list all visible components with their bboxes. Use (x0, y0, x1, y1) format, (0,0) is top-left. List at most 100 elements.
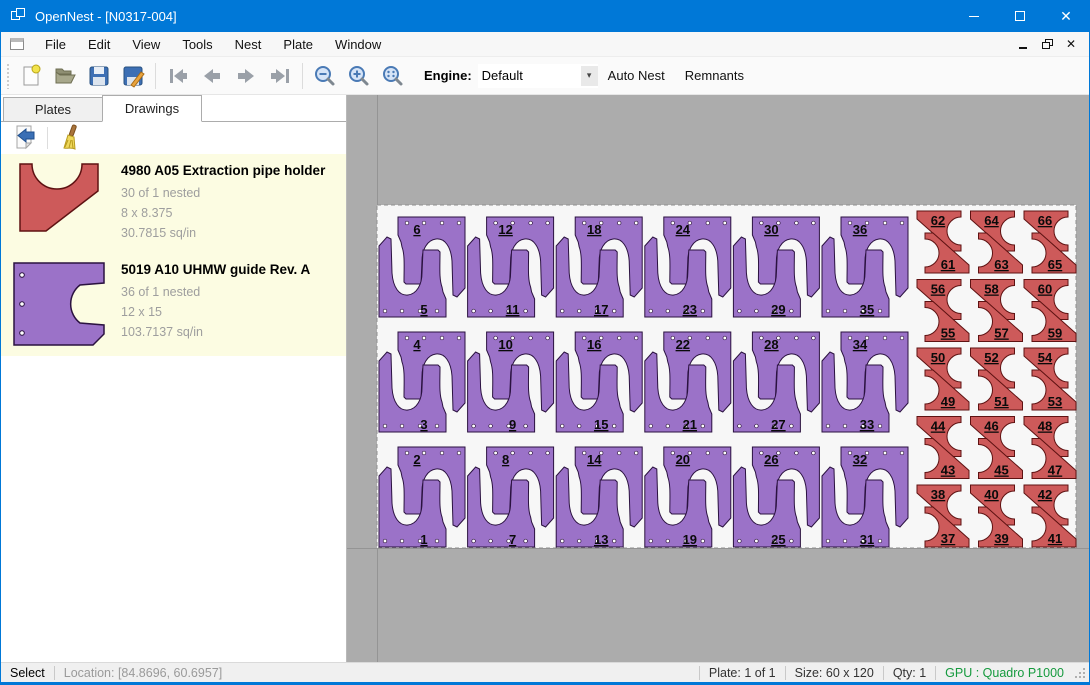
part-number-label: 66 (1038, 213, 1052, 228)
drill-mark-icon (795, 221, 799, 225)
menu-file[interactable]: File (34, 33, 77, 56)
part-number-label: 23 (683, 302, 697, 317)
panel-tabs: Plates Drawings (1, 95, 346, 122)
drill-mark-icon (435, 309, 439, 313)
mdi-close-button[interactable]: ✕ (1063, 36, 1079, 52)
drill-mark-icon (546, 221, 550, 225)
drill-mark-icon (422, 221, 426, 225)
drill-mark-icon (900, 451, 904, 455)
drill-mark-icon (883, 336, 887, 340)
drill-mark-icon (422, 451, 426, 455)
nest-canvas-svg[interactable]: 6512111817242330293635431091615222128273… (347, 95, 1089, 662)
zoom-out-button[interactable] (308, 61, 342, 91)
resize-grip[interactable] (1073, 666, 1087, 680)
part-number-label: 22 (676, 337, 690, 352)
tab-drawings[interactable]: Drawings (102, 95, 202, 122)
toolbar-grip[interactable] (6, 63, 10, 89)
next-arrow-icon (234, 64, 258, 88)
drawing-nested: 30 of 1 nested (121, 183, 325, 203)
menu-plate[interactable]: Plate (272, 33, 324, 56)
drawing-item[interactable]: 4980 A05 Extraction pipe holder 30 of 1 … (1, 154, 346, 253)
nest-canvas[interactable]: 6512111817242330293635431091615222128273… (347, 95, 1089, 662)
main-area: Plates Drawings (1, 95, 1089, 662)
previous-arrow-icon (200, 64, 224, 88)
title-bar: OpenNest - [N0317-004] ✕ (1, 0, 1089, 32)
drill-mark-icon (524, 424, 528, 428)
part-number-label: 58 (984, 282, 998, 297)
drill-mark-icon (457, 221, 461, 225)
part-number-label: 13 (594, 532, 608, 547)
next-plate-button[interactable] (229, 61, 263, 91)
drawing-size: 12 x 15 (121, 302, 310, 322)
drill-mark-icon (671, 451, 675, 455)
part-number-label: 55 (941, 326, 955, 341)
mdi-document-icon[interactable] (10, 38, 24, 50)
zoom-in-button[interactable] (342, 61, 376, 91)
status-size: Size: 60 x 120 (786, 666, 883, 680)
drawing-list: 4980 A05 Extraction pipe holder 30 of 1 … (1, 154, 346, 356)
drawing-thumbnail (13, 262, 105, 346)
new-file-button[interactable] (14, 61, 48, 91)
part-number-label: 49 (941, 394, 955, 409)
save-as-icon (121, 64, 145, 88)
last-plate-button[interactable] (263, 61, 297, 91)
import-drawing-button[interactable] (13, 124, 39, 153)
close-button[interactable]: ✕ (1043, 0, 1089, 32)
mdi-minimize-button[interactable] (1015, 36, 1031, 52)
drill-mark-icon (723, 221, 727, 225)
drill-mark-icon (812, 451, 816, 455)
drill-mark-icon (546, 451, 550, 455)
part-number-label: 5 (420, 302, 427, 317)
clear-drawings-button[interactable] (56, 124, 82, 153)
auto-nest-button[interactable]: Auto Nest (598, 63, 675, 88)
part-number-label: 3 (420, 417, 427, 432)
menu-nest[interactable]: Nest (224, 33, 273, 56)
open-file-button[interactable] (48, 61, 82, 91)
menu-view[interactable]: View (121, 33, 171, 56)
mdi-restore-button[interactable] (1039, 36, 1055, 52)
part-number-label: 45 (994, 463, 1008, 478)
part-number-label: 15 (594, 417, 608, 432)
part-number-label: 18 (587, 222, 601, 237)
drill-mark-icon (738, 424, 742, 428)
status-gpu: GPU : Quadro P1000 (936, 666, 1073, 680)
previous-plate-button[interactable] (195, 61, 229, 91)
part-number-label: 19 (683, 532, 697, 547)
drill-mark-icon (671, 336, 675, 340)
part-number-label: 24 (676, 222, 691, 237)
menu-window[interactable]: Window (324, 33, 392, 56)
drill-mark-icon (400, 309, 404, 313)
drill-mark-icon (843, 539, 847, 543)
part-number-label: 44 (931, 419, 946, 434)
red-part-thumbnail-icon (19, 163, 99, 233)
part-number-label: 48 (1038, 419, 1052, 434)
drill-mark-icon (617, 451, 621, 455)
zoom-extents-button[interactable] (376, 61, 410, 91)
drill-mark-icon (582, 221, 586, 225)
maximize-button[interactable] (997, 0, 1043, 32)
part-number-label: 10 (498, 337, 512, 352)
menu-tools[interactable]: Tools (171, 33, 223, 56)
chevron-down-icon[interactable]: ▾ (581, 66, 598, 86)
drill-mark-icon (494, 336, 498, 340)
zoom-extents-icon (381, 64, 405, 88)
tab-plates[interactable]: Plates (3, 97, 103, 122)
first-plate-button[interactable] (161, 61, 195, 91)
engine-value: Default (478, 68, 581, 83)
drill-mark-icon (560, 539, 564, 543)
part-number-label: 34 (853, 337, 868, 352)
engine-combobox[interactable]: Default ▾ (478, 64, 598, 88)
part-number-label: 57 (994, 326, 1008, 341)
status-bar: Select Location: [84.8696, 60.6957] Plat… (1, 662, 1089, 682)
menu-edit[interactable]: Edit (77, 33, 121, 56)
part-number-label: 63 (994, 257, 1008, 272)
drill-mark-icon (457, 336, 461, 340)
drawing-item[interactable]: 5019 A10 UHMW guide Rev. A 36 of 1 neste… (1, 253, 346, 356)
drill-mark-icon (577, 424, 581, 428)
drill-mark-icon (422, 336, 426, 340)
save-button[interactable] (82, 61, 116, 91)
minimize-button[interactable] (951, 0, 997, 32)
drill-mark-icon (546, 336, 550, 340)
save-as-button[interactable] (116, 61, 150, 91)
remnants-button[interactable]: Remnants (675, 63, 754, 88)
